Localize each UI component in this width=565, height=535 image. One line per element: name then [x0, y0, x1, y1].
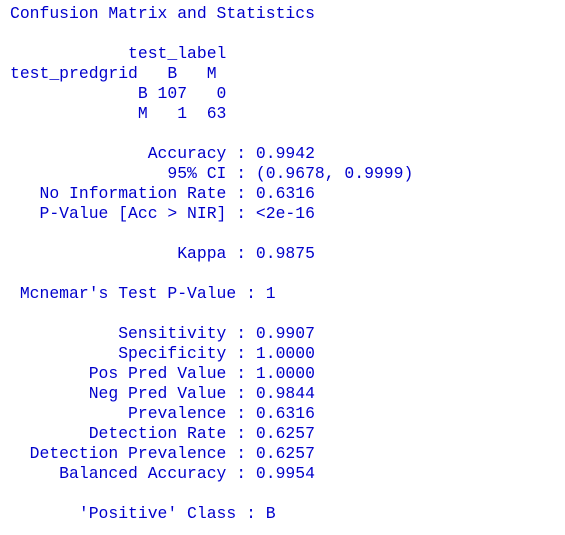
stat-detection-rate: Detection Rate : 0.6257: [10, 424, 315, 443]
stat-positive-class: 'Positive' Class : B: [10, 504, 276, 523]
stat-prevalence: Prevalence : 0.6316: [10, 404, 315, 423]
matrix-column-labels: test_predgrid B M: [10, 64, 217, 83]
matrix-row-m: M 1 63: [10, 104, 227, 123]
r-console-output: Confusion Matrix and Statistics test_lab…: [10, 4, 413, 524]
matrix-row-b: B 107 0: [10, 84, 227, 103]
stat-sensitivity: Sensitivity : 0.9907: [10, 324, 315, 343]
stat-specificity: Specificity : 1.0000: [10, 344, 315, 363]
stat-confidence-interval: 95% CI : (0.9678, 0.9999): [10, 164, 414, 183]
stat-balanced-accuracy: Balanced Accuracy : 0.9954: [10, 464, 315, 483]
stat-no-information-rate: No Information Rate : 0.6316: [10, 184, 315, 203]
stat-detection-prevalence: Detection Prevalence : 0.6257: [10, 444, 315, 463]
stat-mcnemar-p-value: Mcnemar's Test P-Value : 1: [10, 284, 276, 303]
stat-p-value: P-Value [Acc > NIR] : <2e-16: [10, 204, 315, 223]
output-title: Confusion Matrix and Statistics: [10, 4, 315, 23]
stat-neg-pred-value: Neg Pred Value : 0.9844: [10, 384, 315, 403]
matrix-header: test_label: [10, 44, 227, 63]
stat-accuracy: Accuracy : 0.9942: [10, 144, 315, 163]
stat-kappa: Kappa : 0.9875: [10, 244, 315, 263]
stat-pos-pred-value: Pos Pred Value : 1.0000: [10, 364, 315, 383]
